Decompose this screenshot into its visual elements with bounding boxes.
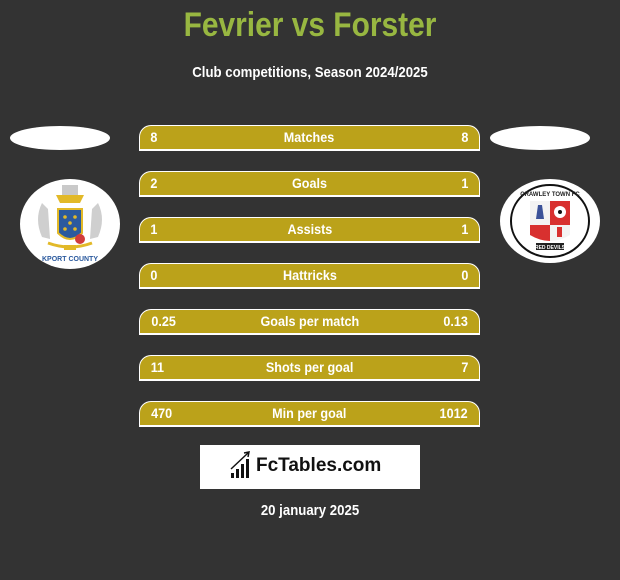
- svg-text:CRAWLEY TOWN FC: CRAWLEY TOWN FC: [520, 192, 580, 198]
- stat-row-min-per-goal: 470 Min per goal 1012: [139, 401, 480, 427]
- stat-right-value: 1: [461, 175, 469, 191]
- season-subtitle: Club competitions, Season 2024/2025: [192, 64, 428, 81]
- right-team-logo[interactable]: CRAWLEY TOWN FC RED DEVILS: [500, 179, 600, 263]
- stat-right-value: 1012: [439, 405, 468, 421]
- right-player-placeholder: [490, 126, 590, 150]
- stat-row-hattricks: 0 Hattricks 0: [139, 263, 480, 289]
- svg-text:RED DEVILS: RED DEVILS: [535, 245, 566, 251]
- stat-row-goals-per-match: 0.25 Goals per match 0.13: [139, 309, 480, 335]
- crawley-crest-icon: CRAWLEY TOWN FC RED DEVILS: [510, 184, 590, 258]
- bar-chart-icon: [230, 451, 250, 478]
- left-team-logo[interactable]: KPORT COUNTY: [20, 179, 120, 269]
- snapshot-date: 20 january 2025: [260, 502, 360, 519]
- stat-label: Min per goal: [272, 405, 347, 421]
- stat-right-value: 0: [461, 267, 469, 283]
- stat-label: Assists: [287, 221, 332, 237]
- stat-right-value: 8: [461, 129, 469, 145]
- stat-label: Hattricks: [282, 267, 337, 283]
- stat-label: Goals per match: [260, 313, 359, 329]
- page-title: Fevrier vs Forster: [183, 6, 437, 44]
- stat-right-value: 0.13: [443, 313, 468, 329]
- stat-row-shots-per-goal: 11 Shots per goal 7: [139, 355, 480, 381]
- left-player-placeholder: [10, 126, 110, 150]
- stat-label: Shots per goal: [265, 359, 354, 375]
- stat-label: Matches: [284, 129, 335, 145]
- brand-name: FcTables.com: [256, 455, 382, 476]
- stat-row-matches: 8 Matches 8: [139, 125, 480, 151]
- stat-row-assists: 1 Assists 1: [139, 217, 480, 243]
- fctables-brand-link[interactable]: FcTables.com: [200, 445, 420, 489]
- stat-right-value: 7: [461, 359, 469, 375]
- stockport-crest-icon: KPORT COUNTY: [38, 185, 102, 263]
- stat-label: Goals: [291, 175, 328, 191]
- stat-row-goals: 2 Goals 1: [139, 171, 480, 197]
- stat-right-value: 1: [461, 221, 469, 237]
- svg-text:KPORT COUNTY: KPORT COUNTY: [42, 256, 98, 263]
